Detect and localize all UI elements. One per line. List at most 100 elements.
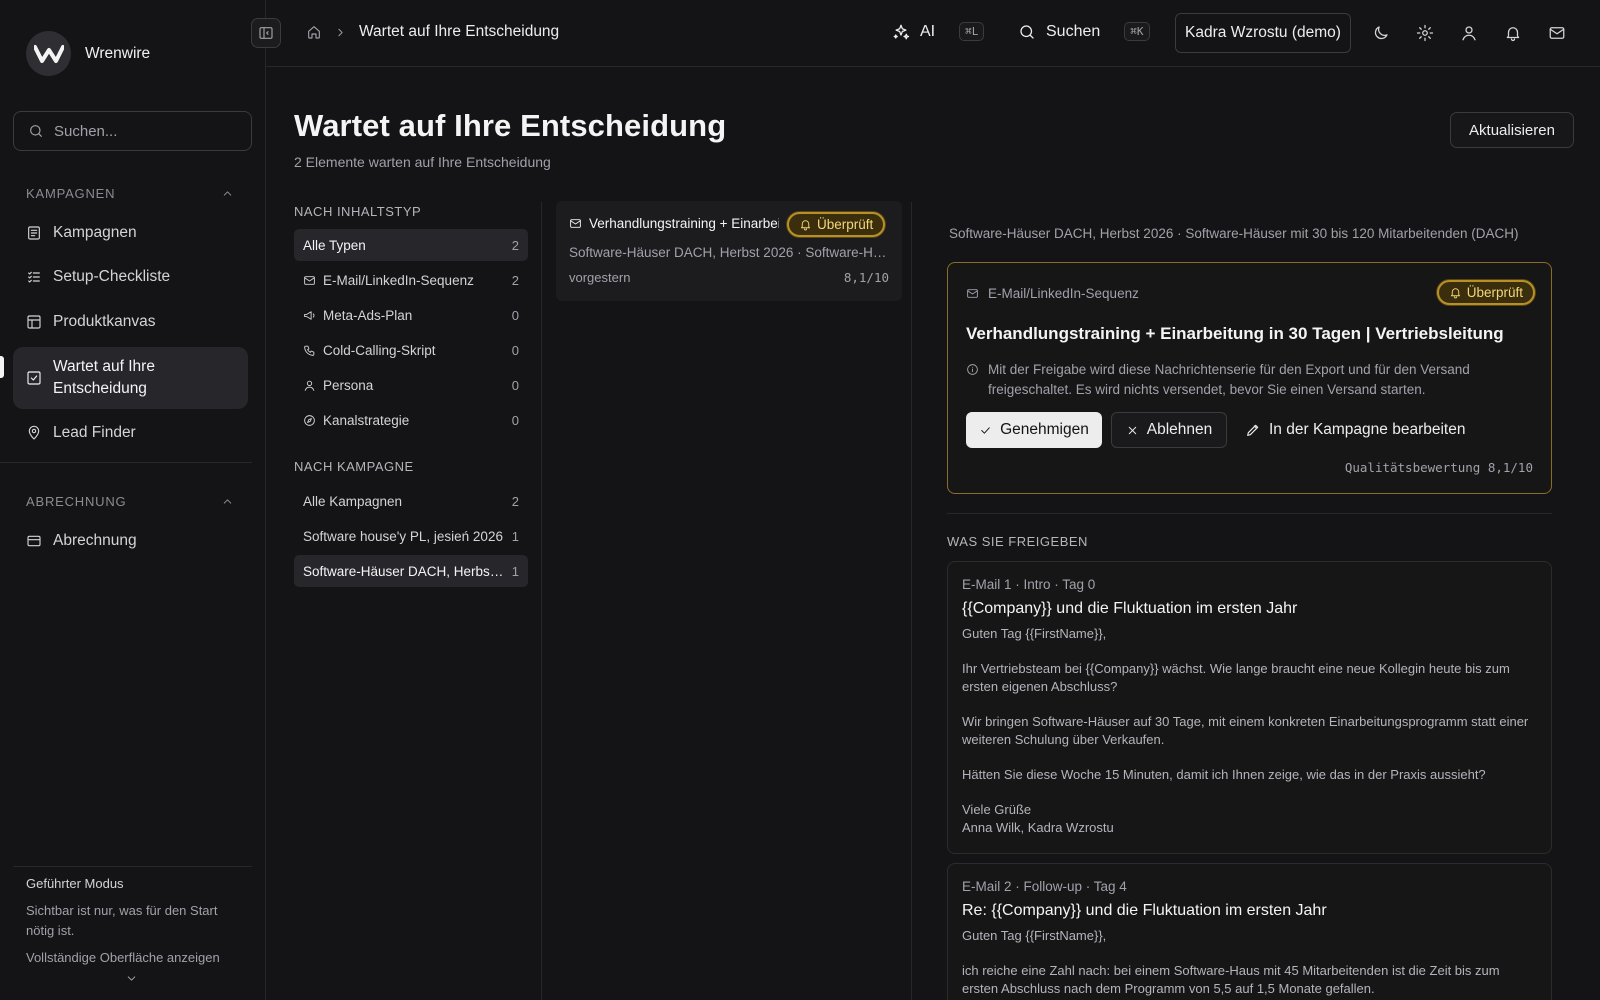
filter-campaign-pl[interactable]: Software house'y PL, jesień 2026 1 <box>294 520 528 552</box>
profile-button[interactable] <box>1460 24 1478 42</box>
queue-item-date: vorgestern <box>569 270 631 285</box>
phone-icon <box>304 345 315 356</box>
top-header: Wartet auf Ihre Entscheidung AI ⌘L Suche… <box>251 0 1600 67</box>
email-sign-off: Viele Grüße <box>962 802 1032 817</box>
detail-title: Verhandlungstraining + Einarbeitung in 3… <box>966 324 1504 343</box>
filter-campaign-all[interactable]: Alle Kampagnen 2 <box>294 485 528 517</box>
sidebar-item-label: Setup-Checkliste <box>53 268 171 285</box>
filter-type-kanalstrategie[interactable]: Kanalstrategie 0 <box>294 404 528 436</box>
notifications-button[interactable] <box>1504 24 1522 42</box>
bell-icon <box>1506 27 1520 42</box>
header-search-button[interactable]: Suchen ⌘K <box>1018 22 1150 41</box>
ai-shortcut: ⌘L <box>959 22 985 41</box>
sidebar-toggle-button[interactable] <box>251 18 281 48</box>
sidebar-item-kampagnen[interactable]: Kampagnen <box>13 222 248 244</box>
sidebar-item-label: Lead Finder <box>53 424 136 441</box>
sidebar-item-produktkanvas[interactable]: Produktkanvas <box>13 311 248 333</box>
gear-icon <box>1416 24 1434 42</box>
filter-count: 2 <box>511 272 519 288</box>
filter-label: Meta-Ads-Plan <box>323 307 413 323</box>
sidebar-item-label: Produktkanvas <box>53 313 156 330</box>
section-label: KAMPAGNEN <box>26 186 116 201</box>
sidebar-item-abrechnung[interactable]: Abrechnung <box>13 530 248 552</box>
sidebar-divider <box>13 866 252 867</box>
filter-count: 0 <box>511 412 519 428</box>
show-full-ui-link[interactable]: Vollständige Oberfläche anzeigen <box>26 950 220 965</box>
column-divider <box>911 202 912 1000</box>
detail-info: Mit der Freigabe wird diese Nachrichtens… <box>966 360 1506 400</box>
ai-button[interactable]: AI ⌘L <box>892 22 985 41</box>
filter-count: 0 <box>511 307 519 323</box>
map-pin-icon <box>28 425 40 440</box>
reject-button[interactable]: Ablehnen <box>1111 412 1227 448</box>
settings-button[interactable] <box>1416 24 1434 42</box>
filter-count: 0 <box>511 342 519 358</box>
section-label: ABRECHNUNG <box>26 494 127 509</box>
section-abrechnung[interactable]: ABRECHNUNG <box>26 494 234 509</box>
email-meta: E-Mail 2 · Follow-up · Tag 4 <box>962 879 1127 894</box>
sidebar-item-setup-checkliste[interactable]: Setup-Checkliste <box>13 266 248 288</box>
compass-icon <box>304 414 315 426</box>
layout-icon <box>27 315 41 329</box>
credit-card-icon <box>27 535 41 547</box>
sidebar-item-lead-finder[interactable]: Lead Finder <box>13 422 248 444</box>
brand-name: Wrenwire <box>85 44 151 62</box>
check-icon <box>981 426 990 434</box>
mail-icon <box>967 289 978 298</box>
close-icon <box>1128 426 1136 434</box>
sidebar-item-label: Abrechnung <box>53 532 137 549</box>
sidebar-item-label: Kampagnen <box>53 224 137 241</box>
sparkles-icon <box>893 24 910 39</box>
status-badge-label: Überprüft <box>817 217 874 232</box>
home-icon[interactable] <box>306 24 322 40</box>
filter-type-persona[interactable]: Persona 0 <box>294 369 528 401</box>
sidebar-search-input[interactable]: Suchen... <box>13 111 252 151</box>
info-icon <box>967 364 978 375</box>
messages-button[interactable] <box>1548 24 1566 42</box>
filter-label: Software-Häuser DACH, Herbst 2026 <box>303 563 505 579</box>
email-body: Guten Tag {{FirstName}}, ich reiche eine… <box>962 927 1537 998</box>
guided-mode-title: Geführter Modus <box>26 876 124 891</box>
chevron-up-icon <box>223 499 232 504</box>
filter-type-email-linkedin[interactable]: E-Mail/LinkedIn-Sequenz 2 <box>294 264 528 296</box>
sidebar-toggle-icon <box>259 27 273 39</box>
filter-count: 1 <box>511 528 519 544</box>
detail-card: E-Mail/LinkedIn-Sequenz Überprüft Verhan… <box>947 262 1552 494</box>
guided-mode-description: Sichtbar ist nur, was für den Start nöti… <box>26 903 218 938</box>
filter-type-all[interactable]: Alle Typen 2 <box>294 229 528 261</box>
column-divider <box>541 202 542 1000</box>
checklist-icon <box>28 271 40 283</box>
filter-label: Kanalstrategie <box>323 412 410 428</box>
detail-breadcrumb: Software-Häuser DACH, Herbst 2026 · Soft… <box>949 226 1519 241</box>
pencil-icon <box>1247 424 1259 436</box>
edit-in-campaign-button[interactable]: In der Kampagne bearbeiten <box>1245 412 1465 448</box>
email-preview-card: E-Mail 2 · Follow-up · Tag 4 Re: {{Compa… <box>947 863 1552 1000</box>
chevron-down-icon[interactable] <box>125 972 138 985</box>
active-indicator <box>0 356 4 378</box>
theme-toggle-button[interactable] <box>1372 24 1390 42</box>
queue-item-title: Verhandlungstraining + Einarbeitung in 3… <box>569 216 779 231</box>
filter-type-meta-ads[interactable]: Meta-Ads-Plan 0 <box>294 299 528 331</box>
queue-item[interactable]: Verhandlungstraining + Einarbeitung in 3… <box>556 201 902 301</box>
email-subject: {{Company}} und die Fluktuation im erste… <box>962 600 1298 617</box>
megaphone-icon <box>304 310 315 320</box>
brand[interactable]: Wrenwire <box>26 31 150 76</box>
sidebar-divider <box>0 462 252 463</box>
filter-count: 0 <box>511 377 519 393</box>
w-logo-icon <box>33 44 64 63</box>
filter-label: Cold-Calling-Skript <box>323 342 436 358</box>
filter-type-cold-calling[interactable]: Cold-Calling-Skript 0 <box>294 334 528 366</box>
brand-logo <box>26 31 71 76</box>
detail-divider <box>947 513 1552 514</box>
approve-section-heading: WAS SIE FREIGEBEN <box>947 534 1088 549</box>
approve-label: Genehmigen <box>1000 421 1089 438</box>
refresh-button[interactable]: Aktualisieren <box>1450 112 1574 148</box>
quality-score: Qualitätsbewertung 8,1/10 <box>1344 460 1533 475</box>
approve-button[interactable]: Genehmigen <box>966 412 1102 448</box>
filter-campaign-dach[interactable]: Software-Häuser DACH, Herbst 2026 1 <box>294 555 528 587</box>
workspace-switcher[interactable]: Kadra Wzrostu (demo) <box>1175 13 1351 53</box>
sidebar-item-wartet-auf-entscheidung[interactable]: Wartet auf Ihre Entscheidung <box>13 347 248 409</box>
sidebar-item-label: Wartet auf Ihre Entscheidung <box>53 358 155 397</box>
email-signature: Anna Wilk, Kadra Wzrostu <box>962 820 1114 835</box>
section-kampagnen[interactable]: KAMPAGNEN <box>26 186 234 201</box>
